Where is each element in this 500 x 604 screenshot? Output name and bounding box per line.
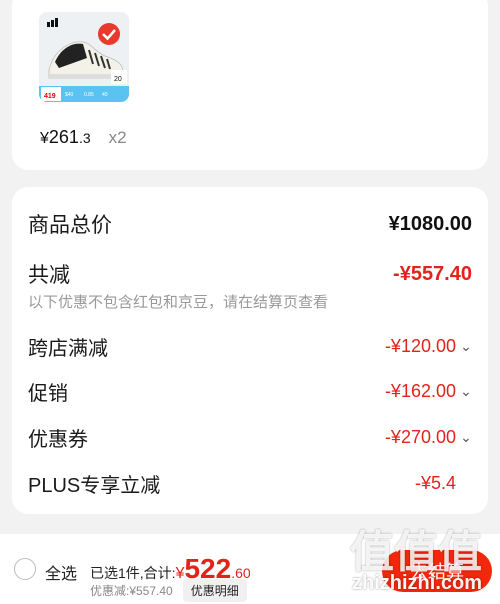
svg-text:40: 40 bbox=[102, 92, 108, 98]
chevron-down-icon[interactable]: ⌄ bbox=[460, 338, 472, 355]
select-all-radio[interactable] bbox=[14, 558, 36, 580]
discount-value: -¥5.4⌄ bbox=[414, 473, 456, 493]
product-price-row: ¥261.3 x2 bbox=[40, 127, 127, 148]
chevron-down-icon[interactable]: ⌄ bbox=[460, 429, 472, 446]
discount-label: 促销 bbox=[28, 383, 68, 405]
product-price: ¥261.3 bbox=[40, 127, 91, 147]
total-row: 商品总价 ¥1080.00 bbox=[28, 209, 472, 239]
svg-text:419: 419 bbox=[44, 93, 56, 100]
total-value: ¥1080.00 bbox=[388, 212, 472, 235]
price-summary-card: 商品总价 ¥1080.00 共减 -¥557.40 以下优惠不包含红包和京豆，请… bbox=[12, 187, 488, 514]
discount-summary: 优惠减:¥557.40 优惠明细 bbox=[90, 579, 247, 602]
discount-value: -¥270.00 ⌄ bbox=[384, 427, 472, 447]
svg-text:$40: $40 bbox=[65, 92, 74, 98]
discount-detail-button[interactable]: 优惠明细 bbox=[182, 579, 247, 602]
reduce-value: -¥557.40 bbox=[393, 262, 472, 285]
discount-label: 跨店满减 bbox=[28, 338, 108, 360]
product-card: 419 $40 0.85 40 20 ¥261.3 x2 bbox=[12, 0, 488, 170]
discount-value: -¥162.00 ⌄ bbox=[384, 381, 472, 401]
discount-row-promotion[interactable]: 促销 -¥162.00 ⌄ bbox=[28, 377, 472, 406]
svg-text:20: 20 bbox=[114, 76, 122, 83]
discount-note: 以下优惠不包含红包和京豆，请在结算页查看 bbox=[28, 294, 329, 311]
reduce-label: 共减 bbox=[28, 264, 70, 287]
discount-label: PLUS专享立减 bbox=[28, 475, 161, 497]
select-all-label[interactable]: 全选 bbox=[45, 560, 77, 584]
discount-label: 优惠券 bbox=[28, 429, 88, 451]
discount-row-plus: PLUS专享立减 -¥5.4⌄ bbox=[28, 469, 472, 498]
discount-value: -¥120.00 ⌄ bbox=[384, 336, 472, 356]
discount-row-coupon[interactable]: 优惠券 -¥270.00 ⌄ bbox=[28, 423, 472, 452]
svg-text:0.85: 0.85 bbox=[84, 92, 94, 98]
sneaker-product-image: 419 $40 0.85 40 20 bbox=[39, 12, 129, 102]
checkout-button[interactable]: 去结算 bbox=[382, 550, 492, 592]
product-quantity: x2 bbox=[108, 128, 127, 147]
discount-summary-text: 优惠减:¥557.40 bbox=[90, 584, 173, 598]
discount-row-cross-store[interactable]: 跨店满减 -¥120.00 ⌄ bbox=[28, 332, 472, 361]
product-thumbnail[interactable]: 419 $40 0.85 40 20 bbox=[39, 12, 129, 102]
checkout-bar: 全选 已选1件,合计: ¥522.60 优惠减:¥557.40 优惠明细 去结算 bbox=[0, 534, 500, 604]
chevron-down-icon[interactable]: ⌄ bbox=[460, 383, 472, 400]
reduce-row: 共减 -¥557.40 bbox=[28, 259, 472, 289]
total-label: 商品总价 bbox=[28, 214, 112, 237]
